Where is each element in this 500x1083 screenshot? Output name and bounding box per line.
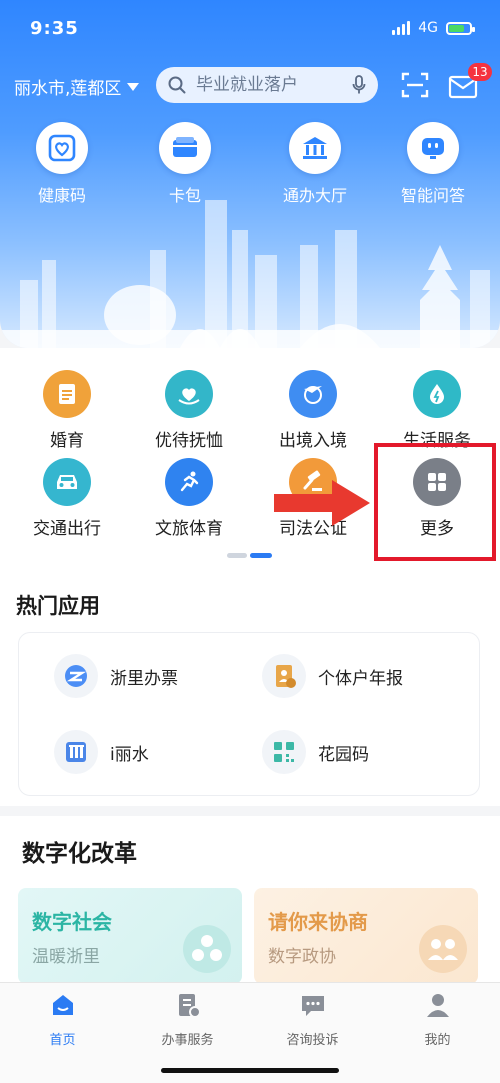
care-heart-icon	[165, 370, 213, 418]
plane-globe-icon	[289, 370, 337, 418]
service-label: 出境入境	[279, 431, 347, 451]
service-immigration[interactable]: 出境入境	[258, 370, 368, 451]
society-icon	[183, 925, 231, 973]
car-icon	[43, 458, 91, 506]
runner-icon	[165, 458, 213, 506]
tab-consult[interactable]: 咨询投诉	[250, 991, 375, 1048]
card-subtitle: 温暖浙里	[32, 947, 100, 967]
profile-icon	[426, 994, 449, 1017]
home-indicator	[161, 1068, 339, 1073]
city-selector[interactable]: 丽水市,莲都区	[14, 74, 140, 99]
app-label: i丽水	[110, 744, 149, 765]
service-label: 文旅体育	[155, 519, 223, 539]
page-indicator	[227, 553, 273, 559]
app-annual-report[interactable]: 个体户年报	[262, 654, 403, 698]
tab-label: 首页	[49, 1033, 76, 1048]
card-subtitle: 数字政协	[268, 947, 336, 967]
app-garden-code[interactable]: 花园码	[262, 730, 369, 774]
app-label: 个体户年报	[318, 668, 403, 689]
app-label: 花园码	[318, 744, 369, 765]
status-time: 9:35	[30, 18, 79, 39]
city-skyline-illustration	[0, 200, 500, 348]
service-label: 优待抚恤	[155, 431, 223, 451]
card-title: 数字社会	[32, 910, 112, 934]
invoice-icon	[54, 654, 98, 698]
service-doc-icon	[178, 994, 201, 1018]
chevron-down-icon	[127, 82, 140, 91]
home-icon	[52, 995, 73, 1015]
microphone-icon[interactable]	[352, 75, 366, 95]
search-icon	[168, 76, 186, 94]
scan-icon[interactable]	[400, 70, 430, 100]
tab-label: 咨询投诉	[286, 1033, 339, 1048]
app-label: 浙里办票	[110, 668, 178, 689]
discussion-icon	[419, 925, 467, 973]
card-consultation[interactable]: 请你来协商 数字政协	[254, 888, 478, 984]
app-invoice[interactable]: 浙里办票	[54, 654, 178, 698]
search-input[interactable]	[194, 74, 352, 96]
highlight-box	[374, 443, 496, 561]
arrow-right-icon	[274, 480, 370, 526]
message-button[interactable]: 13	[448, 63, 492, 102]
city-label: 丽水市,莲都区	[14, 79, 122, 99]
chat-icon	[301, 996, 324, 1016]
health-code-icon	[36, 122, 88, 174]
tab-home[interactable]: 首页	[0, 991, 125, 1048]
service-hall-icon	[289, 122, 341, 174]
water-drop-icon	[413, 370, 461, 418]
tab-label: 办事服务	[161, 1033, 214, 1048]
network-label: 4G	[418, 20, 438, 36]
header-banner: 9:35 4G 丽水市,莲都区 13	[0, 0, 500, 348]
signal-icon	[392, 21, 411, 35]
service-tourism[interactable]: 文旅体育	[134, 458, 244, 539]
chatbot-icon	[407, 122, 459, 174]
service-transport[interactable]: 交通出行	[12, 458, 122, 539]
card-digital-society[interactable]: 数字社会 温暖浙里	[18, 888, 242, 984]
service-care[interactable]: 优待抚恤	[134, 370, 244, 451]
service-living[interactable]: 生活服务	[382, 370, 492, 451]
tab-label: 我的	[424, 1033, 451, 1048]
tab-profile[interactable]: 我的	[375, 991, 500, 1048]
tab-services[interactable]: 办事服务	[125, 991, 250, 1048]
marriage-icon	[43, 370, 91, 418]
card-title: 请你来协商	[268, 910, 368, 934]
service-label: 婚育	[50, 431, 84, 451]
app-ilishui[interactable]: i丽水	[54, 730, 149, 774]
search-bar[interactable]	[156, 67, 378, 103]
unread-badge: 13	[468, 63, 492, 81]
ilishui-icon	[54, 730, 98, 774]
service-label: 交通出行	[33, 519, 101, 539]
status-indicators: 4G	[392, 20, 475, 36]
digital-reform-title: 数字化改革	[22, 841, 137, 867]
battery-icon	[446, 21, 475, 35]
card-wallet-icon	[159, 122, 211, 174]
hot-apps-title: 热门应用	[16, 594, 100, 618]
qr-code-icon	[262, 730, 306, 774]
service-marriage[interactable]: 婚育	[12, 370, 122, 451]
annual-report-icon	[262, 654, 306, 698]
